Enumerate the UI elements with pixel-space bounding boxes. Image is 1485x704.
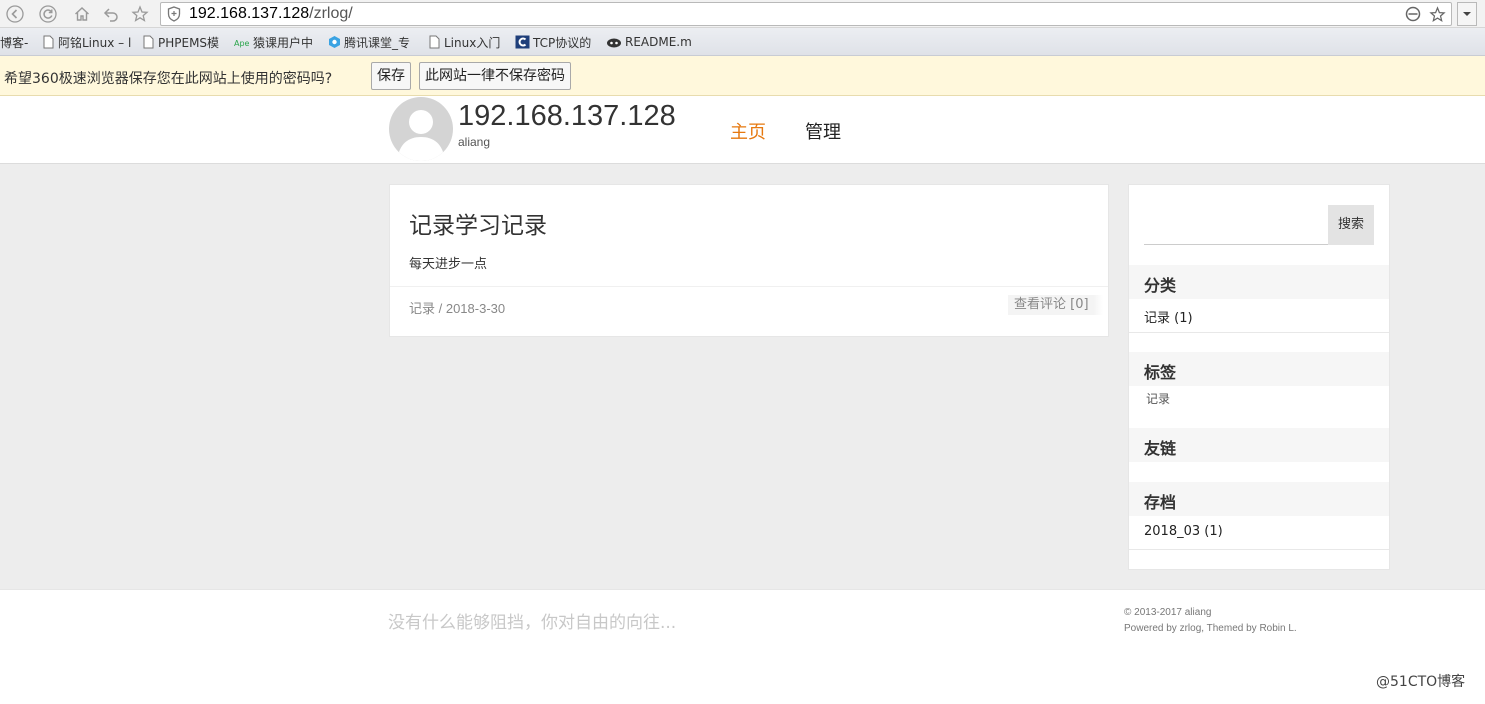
url-text: 192.168.137.128/zrlog/ [189,5,353,22]
github-icon [606,35,622,49]
footer-slogan: 没有什么能够阻挡，你对自由的向往... [388,613,677,633]
save-password-button[interactable]: 保存 [371,62,411,90]
password-prompt-text: 希望360极速浏览器保存您在此网站上使用的密码吗? [4,71,333,87]
divider [1129,332,1389,333]
post-title[interactable]: 记录学习记录 [409,206,547,240]
bookmark-star-icon[interactable] [1429,6,1446,27]
search-input[interactable] [1144,205,1328,245]
watermark: @51CTO博客 [1376,674,1466,690]
bookmark-item[interactable]: README.m [606,34,692,50]
archives-header: 存档 [1129,482,1389,516]
nav-home-link[interactable]: 主页 [730,118,766,144]
divider [1129,549,1389,550]
bookmark-item[interactable]: 阿铭Linux – l [42,34,131,50]
page-icon [142,35,155,49]
password-save-bar: 希望360极速浏览器保存您在此网站上使用的密码吗? 保存 此网站一律不保存密码 [0,56,1485,96]
web-page: 192.168.137.128 aliang 主页 管理 记录学习记录 每天进步… [0,96,1485,704]
site-header: 192.168.137.128 aliang 主页 管理 [0,96,1485,164]
bookmark-item[interactable]: 博客- [0,34,28,50]
page-icon [428,35,441,49]
never-save-password-button[interactable]: 此网站一律不保存密码 [419,62,571,90]
powered-by-text: Powered by zrlog, Themed by Robin L. [1124,623,1297,634]
post-divider [390,286,1108,287]
post-meta[interactable]: 记录 / 2018-3-30 [409,298,505,317]
browser-toolbar: 192.168.137.128/zrlog/ [0,0,1485,28]
ie-mode-icon[interactable] [1405,6,1421,26]
refresh-icon[interactable] [37,3,59,25]
shield-icon [167,6,181,26]
page-icon [42,35,55,49]
category-item[interactable]: 记录 (1) [1144,307,1193,326]
bookmark-item[interactable]: TCP协议的 [515,34,591,50]
svg-text:Ape: Ape [234,39,250,48]
bookmark-item[interactable]: 腾讯课堂_专 [328,34,410,50]
archive-item[interactable]: 2018_03 (1) [1144,524,1223,539]
view-comments-link[interactable]: 查看评论 [0] [1008,295,1103,315]
post-summary: 每天进步一点 [409,257,488,272]
links-header: 友链 [1129,428,1389,462]
tags-header: 标签 [1129,352,1389,386]
site-footer: 没有什么能够阻挡，你对自由的向往... © 2013-2017 aliang P… [0,589,1485,704]
c-icon [515,35,530,49]
site-subtitle: aliang [458,135,491,149]
undo-icon[interactable] [100,3,122,25]
categories-header: 分类 [1129,265,1389,299]
home-icon[interactable] [71,3,93,25]
nav-admin-link[interactable]: 管理 [805,118,841,144]
bookmark-item[interactable]: Ape 猿课用户中 [234,34,313,50]
address-bar[interactable]: 192.168.137.128/zrlog/ [160,2,1452,26]
search-button[interactable]: 搜索 [1328,205,1374,245]
site-title[interactable]: 192.168.137.128 [458,100,676,133]
copyright-text: © 2013-2017 aliang [1124,607,1212,618]
sidebar: 搜索 分类 记录 (1) 标签 记录 友链 存档 2018_03 (1) [1128,184,1390,570]
bookmarks-bar: 博客- 阿铭Linux – l PHPEMS模 Ape 猿课用户中 腾讯课堂_专… [0,28,1485,56]
post-card: 记录学习记录 每天进步一点 记录 / 2018-3-30 查看评论 [0] [389,184,1109,337]
address-dropdown-icon[interactable] [1457,2,1477,26]
bookmark-item[interactable]: PHPEMS模 [142,34,219,50]
tencent-icon [328,35,341,49]
avatar[interactable] [389,97,453,161]
ape-icon: Ape [234,35,250,49]
back-icon[interactable] [4,3,26,25]
favorite-star-icon[interactable] [129,3,151,25]
tag-item[interactable]: 记录 [1146,390,1170,407]
bookmark-item[interactable]: Linux入门 [428,34,500,50]
